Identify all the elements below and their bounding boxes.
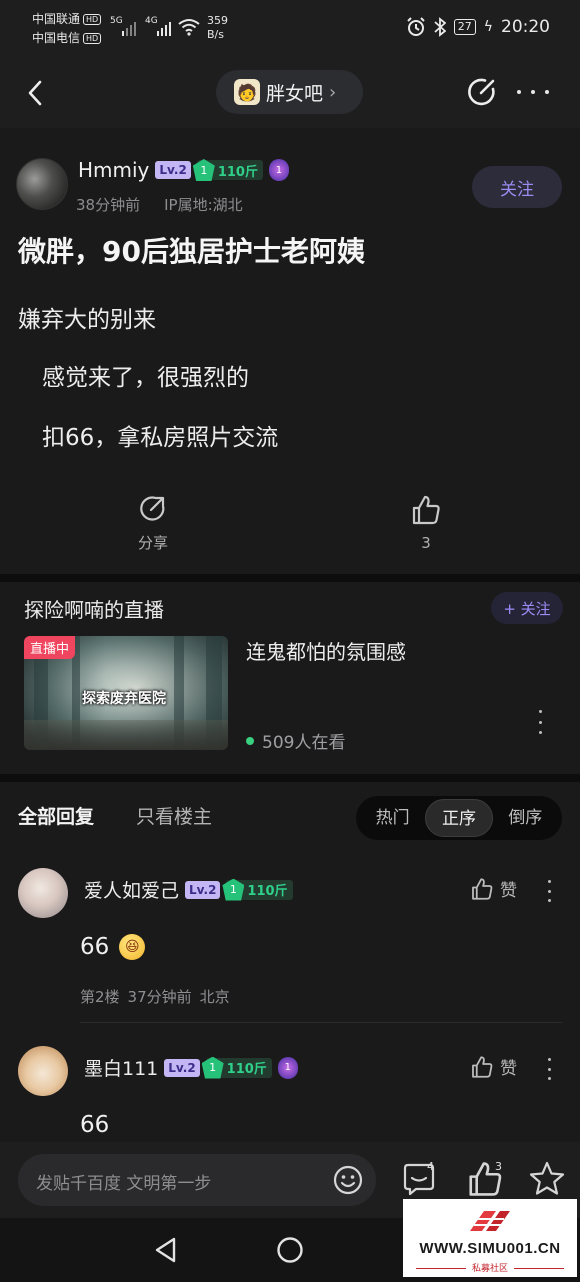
gem-icon: 1 [222,878,245,901]
divider [0,574,580,582]
more-vertical-icon[interactable] [537,710,543,734]
tab-all-replies[interactable]: 全部回复 [18,802,94,829]
star-icon[interactable] [528,1160,566,1198]
emoji-picker-icon[interactable] [332,1164,364,1196]
comment-text: 66 😆 [80,934,146,960]
nav-home-icon[interactable] [276,1236,304,1264]
live-description: 连鬼都怕的氛围感 [246,640,406,664]
more-vertical-icon[interactable] [546,1058,552,1080]
thumbnail-caption: 探索废弃医院 [82,691,166,707]
signal-1-icon [122,18,136,36]
commenter-name[interactable]: 墨白111 [84,1054,158,1081]
sort-asc[interactable]: 正序 [425,799,493,837]
forum-avatar: 🧑 [234,79,260,105]
post-line: 扣66，拿私房照片交流 [42,425,279,451]
edit-icon[interactable] [466,76,498,108]
charging-icon: ϟ [483,19,493,35]
comment-count: 4 [427,1160,434,1173]
medal-icon: 1 [268,159,289,181]
gem-icon: 1 [201,1056,224,1079]
weight-badge: 1 110斤 [192,159,263,181]
follow-button[interactable]: 关注 [472,166,562,208]
forum-name: 胖女吧 [266,82,324,105]
thumbs-up-icon [472,877,493,900]
level-badge: Lv.2 [155,161,191,179]
post-actions: 分享 3 [0,488,580,558]
wifi-icon [178,19,200,36]
level-badge: Lv.2 [185,880,221,899]
thumbs-up-icon [472,1055,493,1078]
comment-meta: 第2楼 37分钟前 北京 [80,988,230,1006]
emoji-icon: 😆 [119,934,146,960]
live-dot-icon [246,736,254,745]
live-title: 探险啊喃的直播 [24,598,164,622]
like-count: 3 [421,534,431,552]
post-line: 感觉来了，很强烈的 [42,365,249,391]
ip-location: IP属地:湖北 [164,196,243,214]
commenter-name[interactable]: 爱人如爱己 [84,876,179,903]
watermark-sub: 私募社区 [403,1261,577,1274]
chevron-right-icon: › [329,81,337,103]
post-time: 38分钟前 [76,196,141,214]
back-icon[interactable] [22,78,50,108]
more-vertical-icon[interactable] [546,880,552,902]
medal-icon: 1 [277,1056,298,1079]
watermark-text: WWW.SIMU001.CN [419,1240,561,1257]
comment-text: 66 [80,1112,110,1138]
thumbs-up-icon [412,495,440,525]
nav-back-icon[interactable] [152,1236,180,1264]
forum-button[interactable]: 🧑 胖女吧 › [216,70,363,114]
tab-op-only[interactable]: 只看楼主 [136,802,212,829]
level-badge: Lv.2 [164,1058,200,1077]
watermark-logo [470,1211,510,1231]
live-follow-button[interactable]: + 关注 [491,592,563,624]
status-bar: 中国联通 HD 中国电信 HD 5G 4G 359 B/s 27 ϟ 20:20 [0,0,580,56]
share-label: 分享 [137,534,168,552]
battery-level: 27 [453,19,476,35]
post-line: 嫌弃大的别来 [18,307,156,333]
comment-like-button[interactable]: 赞 [470,876,517,901]
bluetooth-icon [434,17,446,37]
like-button[interactable]: 3 [396,494,456,552]
comment-divider [80,1022,562,1023]
commenter-avatar[interactable] [18,1046,68,1096]
signal-2-icon [157,18,171,36]
live-card[interactable]: 探险啊喃的直播 + 关注 直播中 探索废弃医院 连鬼都怕的氛围感 509人在看 [0,582,580,774]
live-badge: 直播中 [24,636,76,659]
clock: 20:20 [501,17,550,37]
net-type-2: 4G [145,16,158,26]
gem-icon: 1 [192,159,215,181]
reply-input[interactable]: 发贴千百度 文明第一步 [18,1154,376,1206]
divider [0,774,580,782]
weight-badge: 1 110斤 [201,1056,272,1079]
commenter-avatar[interactable] [18,868,68,918]
weight-badge: 1 110斤 [222,878,293,901]
sort-switch: 热门 正序 倒序 [356,796,562,840]
net-type-1: 5G [110,16,123,26]
net-speed: 359 B/s [207,14,228,41]
carrier-2: 中国电信 HD [32,30,102,46]
post-title: 微胖，90后独居护士老阿姨 [18,235,365,268]
more-icon[interactable] [517,80,549,104]
like-count-bottom: 3 [495,1160,502,1173]
share-button[interactable]: 分享 [123,494,183,553]
sort-hot[interactable]: 热门 [360,799,425,837]
carrier-1: 中国联通 HD [32,11,102,27]
author-avatar[interactable] [16,158,68,210]
share-icon [140,496,165,521]
top-nav: 🧑 胖女吧 › [0,56,580,128]
author-name[interactable]: Hmmiy [78,158,149,182]
replies-section: 全部回复 只看楼主 热门 正序 倒序 爱人如爱己 Lv.2 1 110斤 赞 6… [0,782,580,1142]
sort-desc[interactable]: 倒序 [493,799,558,837]
alarm-icon [407,17,425,36]
post-card: Hmmiy Lv.2 1 110斤 1 38分钟前 IP属地:湖北 关注 微胖，… [0,128,580,574]
reply-placeholder: 发贴千百度 文明第一步 [36,1174,212,1194]
live-thumbnail[interactable]: 直播中 探索废弃医院 [24,636,228,750]
viewer-count: 509人在看 [246,728,345,753]
watermark: WWW.SIMU001.CN 私募社区 [403,1199,577,1277]
comment-like-button[interactable]: 赞 [470,1054,517,1079]
